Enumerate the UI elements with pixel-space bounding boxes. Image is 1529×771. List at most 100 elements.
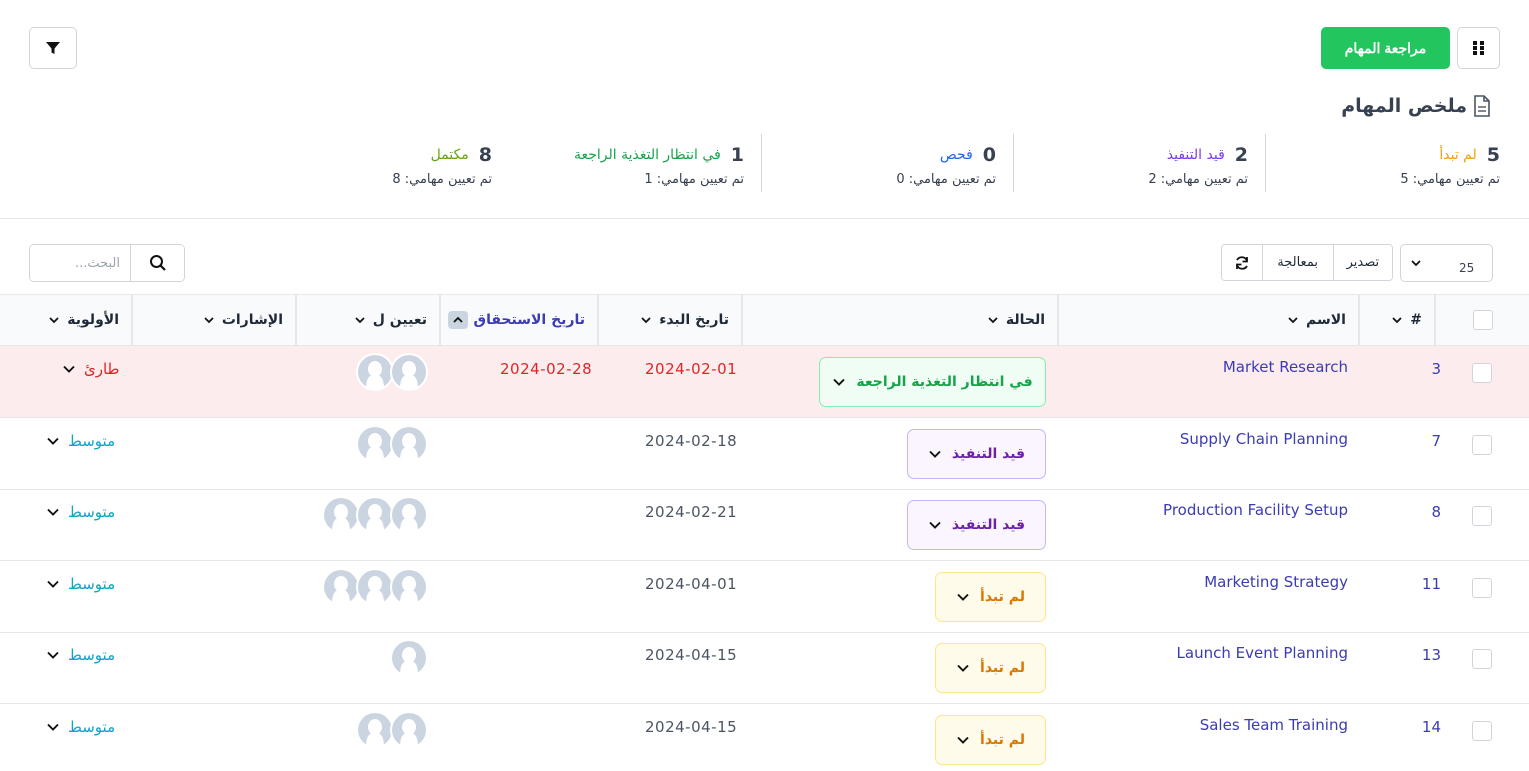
status-dropdown[interactable]: لم تبدأ <box>935 572 1046 622</box>
assignee-avatars <box>356 425 428 463</box>
header-label: الحالة <box>1005 312 1045 328</box>
task-id[interactable]: 14 <box>1401 718 1441 736</box>
status-dropdown[interactable]: لم تبدأ <box>935 643 1046 693</box>
stat-count: 0 <box>982 144 996 166</box>
stat-complete[interactable]: 8 مكتمل تم تعيين مهامي: 8 <box>257 134 509 192</box>
task-id[interactable]: 11 <box>1401 575 1441 593</box>
row-checkbox[interactable] <box>1472 506 1492 526</box>
header-name[interactable]: الاسم <box>1057 295 1358 345</box>
task-id[interactable]: 7 <box>1401 432 1441 450</box>
status-dropdown[interactable]: لم تبدأ <box>935 715 1046 765</box>
table-row[interactable]: 7 Supply Chain Planning قيد التنفيذ 2024-02… <box>0 418 1529 490</box>
page-size-value: 25 <box>1459 261 1475 275</box>
header-priority[interactable]: الأولوية <box>0 295 131 345</box>
assignee-avatar[interactable] <box>356 711 394 749</box>
table-row[interactable]: 3 Market Research في انتظار التغذية الراجع… <box>0 346 1529 418</box>
export-button[interactable]: تصدير <box>1333 245 1392 280</box>
chevron-down-icon <box>957 736 969 744</box>
reload-button[interactable] <box>1222 245 1263 280</box>
assignee-avatar[interactable] <box>390 568 428 606</box>
assignee-avatar[interactable] <box>390 425 428 463</box>
status-label: في انتظار التغذية الراجعة <box>856 374 1033 390</box>
assignee-avatar[interactable] <box>322 496 360 534</box>
task-name-link[interactable]: Launch Event Planning <box>1177 644 1348 662</box>
row-checkbox[interactable] <box>1472 435 1492 455</box>
priority-dropdown[interactable]: متوسط <box>46 503 115 521</box>
page-size-select[interactable]: 25 <box>1400 244 1493 282</box>
table-row[interactable]: 13 Launch Event Planning لم تبدأ 2024-04-15… <box>0 632 1529 704</box>
chevron-down-icon <box>833 378 846 386</box>
chevron-down-icon <box>204 317 214 324</box>
task-id[interactable]: 8 <box>1401 503 1441 521</box>
search-input[interactable] <box>30 245 130 281</box>
assignee-avatar[interactable] <box>356 568 394 606</box>
assignee-avatar[interactable] <box>390 353 428 391</box>
priority-dropdown[interactable]: متوسط <box>46 718 115 736</box>
header-status[interactable]: الحالة <box>741 295 1057 345</box>
table-row[interactable]: 8 Production Facility Setup قيد التنفيذ 202… <box>0 489 1529 561</box>
priority-label: طارئ <box>84 360 120 378</box>
task-id[interactable]: 13 <box>1401 646 1441 664</box>
assignee-avatar[interactable] <box>390 496 428 534</box>
header-id[interactable]: # <box>1358 295 1434 345</box>
apps-grid-button[interactable] <box>1457 27 1500 69</box>
select-all-checkbox[interactable] <box>1472 310 1493 330</box>
chevron-down-icon <box>63 365 75 373</box>
header-assigned[interactable]: تعيين ل <box>295 295 439 345</box>
priority-label: متوسط <box>68 646 116 664</box>
assignee-avatar[interactable] <box>356 496 394 534</box>
priority-dropdown[interactable]: متوسط <box>46 646 115 664</box>
assignee-avatar[interactable] <box>390 639 428 677</box>
priority-dropdown[interactable]: متوسط <box>46 432 115 450</box>
row-checkbox[interactable] <box>1472 363 1492 383</box>
row-checkbox[interactable] <box>1472 721 1492 741</box>
search-button[interactable] <box>130 245 184 281</box>
start-date: 2024-04-15 <box>645 646 738 664</box>
priority-dropdown[interactable]: متوسط <box>46 575 115 593</box>
start-date: 2024-02-01 <box>645 360 738 378</box>
task-name-link[interactable]: Supply Chain Planning <box>1180 430 1348 448</box>
stat-in-progress[interactable]: 2 قيد التنفيذ تم تعيين مهامي: 2 <box>1013 134 1265 192</box>
chevron-down-icon <box>1411 260 1421 267</box>
table-row[interactable]: 14 Sales Team Training لم تبدأ 2024-04-15 مت… <box>0 704 1529 771</box>
task-id[interactable]: 3 <box>1401 360 1441 378</box>
status-dropdown[interactable]: قيد التنفيذ <box>907 429 1046 479</box>
user-avatar-icon <box>392 570 426 604</box>
stat-label: لم تبدأ <box>1439 147 1477 163</box>
header-due-date[interactable]: تاريخ الاستحقاق <box>439 295 597 345</box>
stat-label: قيد التنفيذ <box>1166 147 1225 163</box>
status-stats: 5 لم تبدأ تم تعيين مهامي: 5 2 قيد التنفيذ … <box>257 134 1517 194</box>
header-tags[interactable]: الإشارات <box>131 295 295 345</box>
stat-not-started[interactable]: 5 لم تبدأ تم تعيين مهامي: 5 <box>1265 134 1517 192</box>
assignee-avatar[interactable] <box>356 353 394 391</box>
task-name-link[interactable]: Market Research <box>1223 358 1348 376</box>
stat-count: 5 <box>1486 144 1500 166</box>
header-label: تاريخ الاستحقاق <box>473 312 585 328</box>
user-avatar-icon <box>392 498 426 532</box>
status-dropdown[interactable]: قيد التنفيذ <box>907 500 1046 550</box>
bulk-actions-button[interactable]: بمعالجة <box>1262 245 1334 280</box>
stat-awaiting-feedback[interactable]: 1 في انتظار التغذية الراجعة تم تعيين مهام… <box>509 134 761 192</box>
section-divider <box>0 218 1529 219</box>
task-name-link[interactable]: Sales Team Training <box>1200 716 1348 734</box>
review-tasks-button[interactable]: مراجعة المهام <box>1321 27 1450 69</box>
status-label: لم تبدأ <box>980 732 1025 748</box>
stat-count: 8 <box>478 144 492 166</box>
chevron-down-icon <box>1392 317 1402 324</box>
row-checkbox[interactable] <box>1472 578 1492 598</box>
priority-dropdown[interactable]: طارئ <box>62 360 120 378</box>
user-avatar-icon <box>358 355 392 389</box>
chevron-down-icon <box>957 664 969 672</box>
assignee-avatar[interactable] <box>390 711 428 749</box>
status-dropdown[interactable]: في انتظار التغذية الراجعة <box>819 357 1046 407</box>
task-name-link[interactable]: Production Facility Setup <box>1163 501 1348 519</box>
row-checkbox[interactable] <box>1472 649 1492 669</box>
table-row[interactable]: 11 Marketing Strategy لم تبدأ 2024-04-01 متو… <box>0 561 1529 633</box>
assignee-avatar[interactable] <box>322 568 360 606</box>
start-date: 2024-04-15 <box>645 718 738 736</box>
stat-review[interactable]: 0 فحص تم تعيين مهامي: 0 <box>761 134 1013 192</box>
task-name-link[interactable]: Marketing Strategy <box>1204 573 1348 591</box>
header-start-date[interactable]: تاريخ البدء <box>597 295 741 345</box>
assignee-avatar[interactable] <box>356 425 394 463</box>
filter-button[interactable] <box>29 27 77 69</box>
